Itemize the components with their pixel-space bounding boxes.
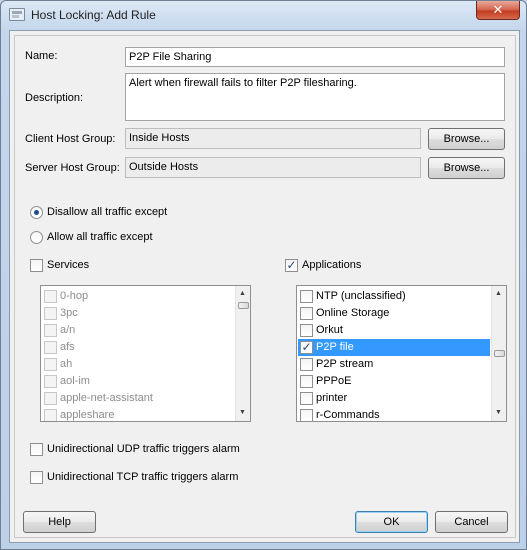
scroll-thumb[interactable] <box>238 302 249 309</box>
scroll-thumb[interactable] <box>494 350 505 357</box>
services-checkbox[interactable] <box>30 259 43 272</box>
applications-list[interactable]: NTP (unclassified) Online Storage Orkut ✓ P2… <box>296 285 507 422</box>
disallow-traffic-radio[interactable] <box>30 206 43 219</box>
service-item-checkbox <box>44 392 57 405</box>
service-item-checkbox <box>44 290 57 303</box>
udp-alarm-label: Unidirectional UDP traffic triggers alar… <box>47 443 240 455</box>
tcp-alarm-label: Unidirectional TCP traffic triggers alar… <box>47 471 239 483</box>
scroll-up-icon[interactable]: ▲ <box>239 290 246 298</box>
application-item-checkbox[interactable] <box>300 307 313 320</box>
ok-button[interactable]: OK <box>355 511 428 533</box>
application-item-label: PPPoE <box>316 375 352 387</box>
list-item[interactable]: Orkut <box>298 322 490 339</box>
list-item[interactable]: NTP (unclassified) <box>298 288 490 305</box>
application-item-label: P2P file <box>316 341 354 353</box>
service-item-label: a/n <box>60 324 76 336</box>
service-item-label: afs <box>60 341 75 353</box>
app-icon <box>9 8 25 21</box>
services-scrollbar[interactable]: ▲ ▼ <box>235 286 250 421</box>
application-item-checkbox[interactable] <box>300 409 313 421</box>
list-item: aol-im <box>42 373 234 390</box>
service-item-checkbox <box>44 324 57 337</box>
list-item: apple-net-assistant <box>42 390 234 407</box>
list-item: a/n <box>42 322 234 339</box>
client-host-group-field: Inside Hosts <box>125 128 421 149</box>
services-list[interactable]: 0-hop 3pc a/n afs ah aol-im apple-net-assistan… <box>40 285 251 422</box>
service-item-checkbox <box>44 375 57 388</box>
disallow-traffic-label: Disallow all traffic except <box>47 206 168 218</box>
server-host-group-value: Outside Hosts <box>129 161 199 173</box>
service-item-label: 0-hop <box>60 290 89 302</box>
dialog-client-area: Name: P2P File Sharing Description: Aler… <box>9 30 520 543</box>
application-item-label: Online Storage <box>316 307 390 319</box>
close-icon: ✕ <box>492 2 504 17</box>
description-label: Description: <box>25 92 84 104</box>
name-value: P2P File Sharing <box>129 51 212 63</box>
application-item-checkbox[interactable] <box>300 290 313 303</box>
application-item-label: NTP (unclassified) <box>316 290 406 302</box>
server-host-group-field: Outside Hosts <box>125 157 421 178</box>
service-item-label: aol-im <box>60 375 90 387</box>
description-value: Alert when firewall fails to filter P2P … <box>129 77 357 89</box>
list-item: afs <box>42 339 234 356</box>
services-label: Services <box>47 259 90 271</box>
application-item-checkbox[interactable] <box>300 324 313 337</box>
service-item-checkbox <box>44 341 57 354</box>
list-item[interactable]: r-Commands <box>298 407 490 421</box>
service-item-label: apple-net-assistant <box>60 392 153 404</box>
allow-traffic-label: Allow all traffic except <box>47 231 153 243</box>
list-item[interactable]: P2P stream <box>298 356 490 373</box>
list-item[interactable]: Online Storage <box>298 305 490 322</box>
list-item: 0-hop <box>42 288 234 305</box>
client-host-group-label: Client Host Group: <box>25 133 116 145</box>
list-item[interactable]: PPPoE <box>298 373 490 390</box>
udp-alarm-checkbox[interactable] <box>30 443 43 456</box>
list-item: ah <box>42 356 234 373</box>
service-item-checkbox <box>44 358 57 371</box>
help-button[interactable]: Help <box>23 511 96 533</box>
application-item-label: printer <box>316 392 348 404</box>
service-item-label: 3pc <box>60 307 78 319</box>
client-host-group-value: Inside Hosts <box>129 132 190 144</box>
name-field[interactable]: P2P File Sharing <box>125 47 505 67</box>
application-item-label: P2P stream <box>316 358 374 370</box>
service-item-checkbox <box>44 307 57 320</box>
application-item-checkbox[interactable] <box>300 375 313 388</box>
applications-checkbox[interactable]: ✓ <box>285 259 298 272</box>
scroll-down-icon[interactable]: ▼ <box>239 409 246 417</box>
cancel-button[interactable]: Cancel <box>435 511 508 533</box>
tcp-alarm-checkbox[interactable] <box>30 471 43 484</box>
server-browse-button[interactable]: Browse... <box>428 157 505 179</box>
dialog-window: Host Locking: Add Rule ✕ Name: P2P File … <box>0 0 527 550</box>
title-bar[interactable]: Host Locking: Add Rule ✕ <box>1 1 526 29</box>
checkmark-icon: ✓ <box>301 340 312 354</box>
applications-label: Applications <box>302 259 362 271</box>
scroll-down-icon[interactable]: ▼ <box>495 409 502 417</box>
application-item-checkbox[interactable] <box>300 358 313 371</box>
service-item-checkbox <box>44 409 57 421</box>
service-item-label: ah <box>60 358 73 370</box>
list-item: appleshare <box>42 407 234 421</box>
description-field[interactable]: Alert when firewall fails to filter P2P … <box>125 73 505 121</box>
list-item[interactable]: printer <box>298 390 490 407</box>
checkmark-icon: ✓ <box>286 258 297 272</box>
service-item-label: appleshare <box>60 409 115 421</box>
server-host-group-label: Server Host Group: <box>25 162 120 174</box>
dialog-content: Name: P2P File Sharing Description: Aler… <box>14 35 516 538</box>
list-item[interactable]: ✓ P2P file <box>298 339 490 356</box>
close-button[interactable]: ✕ <box>476 1 520 20</box>
application-item-label: Orkut <box>316 324 343 336</box>
scroll-up-icon[interactable]: ▲ <box>495 290 502 298</box>
application-item-checkbox[interactable] <box>300 392 313 405</box>
name-label: Name: <box>25 50 58 62</box>
application-item-label: r-Commands <box>316 409 380 421</box>
window-title: Host Locking: Add Rule <box>31 8 156 22</box>
application-item-checkbox[interactable]: ✓ <box>300 341 313 354</box>
client-browse-button[interactable]: Browse... <box>428 128 505 150</box>
allow-traffic-radio[interactable] <box>30 231 43 244</box>
list-item: 3pc <box>42 305 234 322</box>
applications-scrollbar[interactable]: ▲ ▼ <box>491 286 506 421</box>
